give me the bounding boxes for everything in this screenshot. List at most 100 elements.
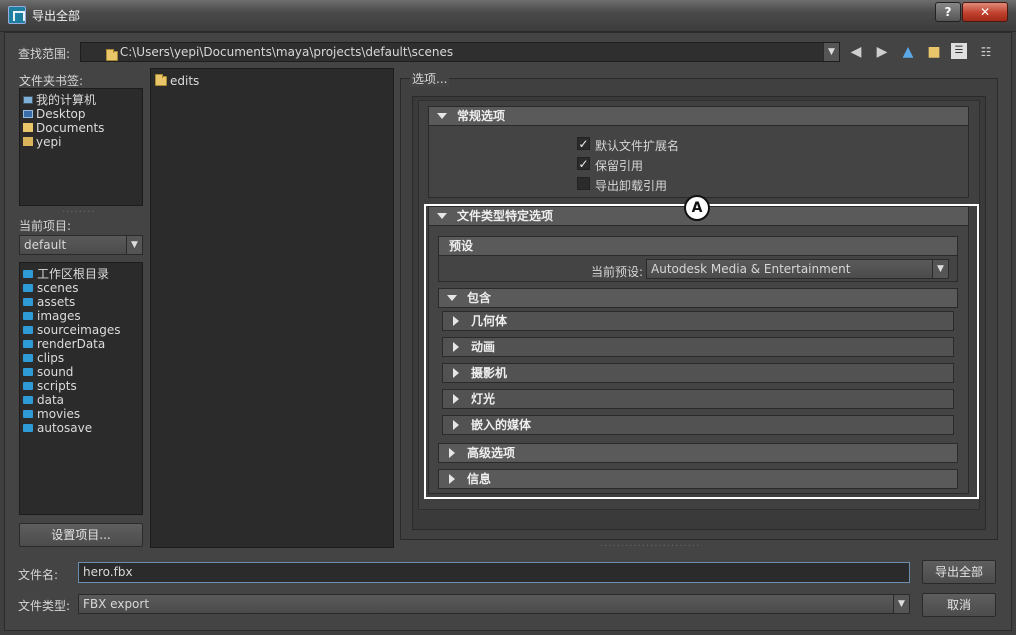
filename-input[interactable]: hero.fbx [78,562,910,583]
project-folder-item[interactable]: assets [23,295,139,309]
export-all-button[interactable]: 导出全部 [922,560,996,584]
folder-icon [106,49,118,61]
project-folder-item[interactable]: sound [23,365,139,379]
project-folder-item[interactable]: data [23,393,139,407]
project-folder-item[interactable]: images [23,309,139,323]
project-folder-item[interactable]: clips [23,351,139,365]
folder-icon [23,410,33,418]
preserve-references-checkbox[interactable]: ✓ [577,157,590,170]
lookin-label: 查找范围: [18,47,71,61]
set-project-button[interactable]: 设置项目... [19,523,143,547]
cancel-button[interactable]: 取消 [922,593,996,617]
folder-label: scenes [37,281,79,295]
include-header[interactable]: 包含 [438,288,958,308]
help-button[interactable]: ? [935,2,961,22]
folder-label: data [37,393,65,407]
include-embed-media-header[interactable]: 嵌入的媒体 [442,415,954,435]
expand-triangle-icon [453,368,459,378]
folder-label: sound [37,365,74,379]
bookmark-item[interactable]: Documents [23,121,139,135]
folder-label: renderData [37,337,106,351]
filetype-combo[interactable]: FBX export ▼ [78,594,910,614]
bookmark-label: Documents [36,121,105,135]
section-title: 几何体 [471,314,508,328]
project-label: 当前项目: [19,219,72,233]
desktop-icon [23,110,33,118]
up-folder-icon[interactable]: ▲ [899,43,917,61]
folder-icon [155,74,167,86]
collapse-triangle-icon [437,113,447,119]
close-button[interactable]: ✕ [962,2,1008,22]
expand-triangle-icon [453,394,459,404]
folder-label: assets [37,295,76,309]
window-title: 导出全部 [32,9,81,23]
bookmark-item[interactable]: Desktop [23,107,139,121]
chevron-down-icon[interactable]: ▼ [932,260,948,278]
back-arrow-icon[interactable]: ◀ [847,43,865,61]
current-preset-combo[interactable]: Autodesk Media & Entertainment ▼ [646,259,949,279]
computer-icon [23,96,33,104]
collapse-triangle-icon [437,213,447,219]
project-folder-item[interactable]: scenes [23,281,139,295]
advanced-options-header[interactable]: 高级选项 [438,443,958,463]
annotation-marker: A [684,195,710,221]
include-lights-header[interactable]: 灯光 [442,389,954,409]
information-header[interactable]: 信息 [438,469,958,489]
folder-icon [23,396,33,404]
expand-triangle-icon [449,474,455,484]
section-title: 信息 [467,472,492,486]
general-options-body [428,126,969,198]
project-folder-item[interactable]: scripts [23,379,139,393]
bookmark-item[interactable]: yepi [23,135,139,149]
section-title: 动画 [471,340,496,354]
chevron-down-icon[interactable]: ▼ [893,595,909,613]
bookmark-label: yepi [36,135,62,149]
chevron-down-icon[interactable]: ▼ [126,236,142,254]
project-folder-list: 工作区根目录 scenes assets images sourceimages… [19,262,143,515]
export-unloaded-references-checkbox[interactable] [577,177,590,190]
default-extension-checkbox[interactable]: ✓ [577,137,590,150]
export-unloaded-references-label: 导出卸载引用 [595,179,668,193]
expand-triangle-icon [453,420,459,430]
bookmark-item[interactable]: 我的计算机 [23,93,139,107]
folder-icon [23,326,33,334]
section-title: 嵌入的媒体 [471,418,532,432]
forward-arrow-icon[interactable]: ▶ [873,43,891,61]
project-folder-item[interactable]: renderData [23,337,139,351]
folder-icon [23,312,33,320]
file-item[interactable]: edits [155,73,389,89]
section-title: 高级选项 [467,446,516,460]
new-folder-icon[interactable]: ■ [925,43,943,61]
folder-label: 工作区根目录 [37,267,110,281]
project-value: default [24,238,67,252]
file-label: edits [170,74,200,88]
project-folder-item[interactable]: movies [23,407,139,421]
file-list: edits [150,68,394,548]
folder-label: sourceimages [37,323,121,337]
folder-icon [23,424,33,432]
folder-icon [23,284,33,292]
section-title: 预设 [449,239,474,253]
folder-icon [23,270,33,278]
presets-header: 预设 [438,236,958,256]
bookmarks-list: 我的计算机 Desktop Documents yepi [19,88,143,206]
include-camera-header[interactable]: 摄影机 [442,363,954,383]
bookmark-label: Desktop [36,107,86,121]
include-geometry-header[interactable]: 几何体 [442,311,954,331]
project-folder-item[interactable]: autosave [23,421,139,435]
detail-view-icon[interactable]: ☷ [977,43,995,61]
include-animation-header[interactable]: 动画 [442,337,954,357]
lookin-path-combo[interactable]: C:\Users\yepi\Documents\maya\projects\de… [80,42,840,62]
project-folder-item[interactable]: sourceimages [23,323,139,337]
current-preset-label: 当前预设: [591,265,644,279]
splitter-grip[interactable]: ························ [600,541,700,552]
folder-icon [23,340,33,348]
general-options-header[interactable]: 常规选项 [428,106,969,126]
project-combo[interactable]: default ▼ [19,235,143,255]
section-title: 摄影机 [471,366,508,380]
folder-icon [23,382,33,390]
chevron-down-icon[interactable]: ▼ [823,43,839,61]
section-title: 常规选项 [457,109,506,123]
list-view-icon[interactable]: ☰ [951,43,967,59]
project-folder-item[interactable]: 工作区根目录 [23,267,139,281]
